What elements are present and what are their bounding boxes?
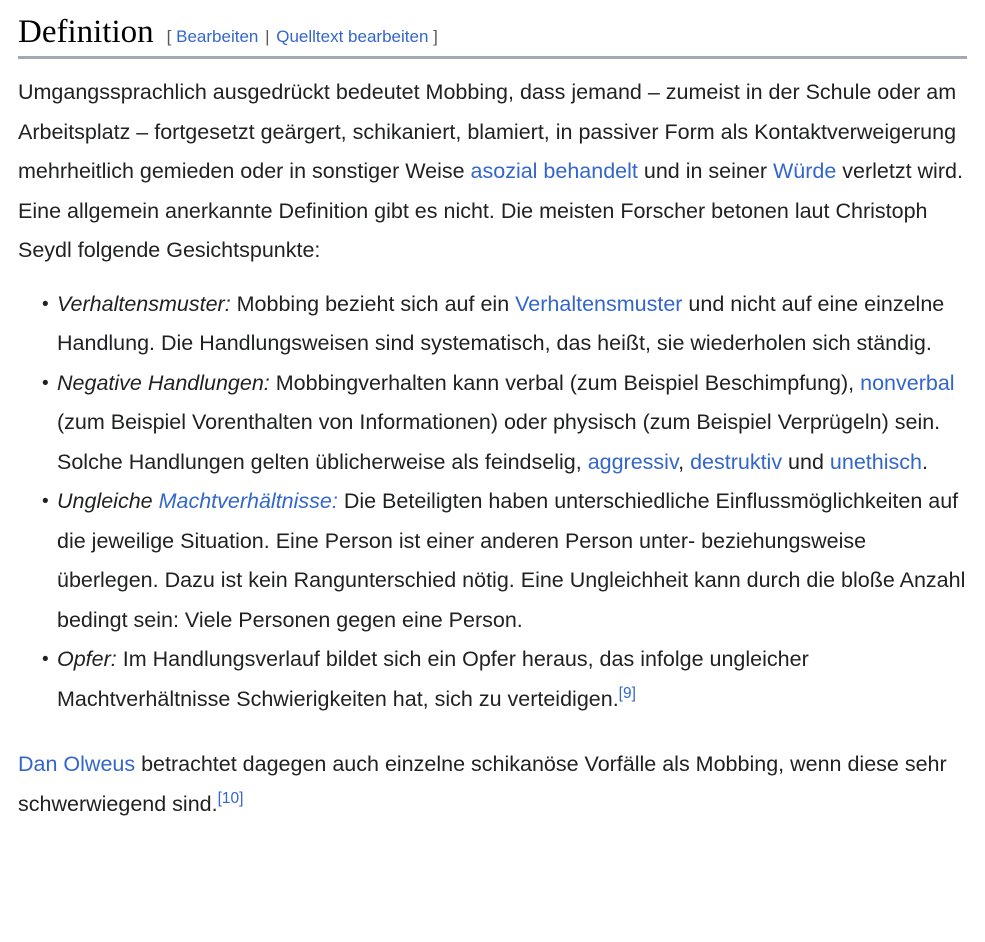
bullet-lead-ungleiche: Ungleiche: [57, 489, 159, 514]
section-heading-row: Definition [ Bearbeiten | Quelltext bear…: [0, 0, 985, 50]
edit-open-bracket: [: [166, 27, 172, 46]
link-destruktiv[interactable]: destruktiv: [690, 450, 782, 474]
article-body: Umgangssprachlich ausgedrückt bedeutet M…: [0, 73, 985, 824]
link-unethisch[interactable]: unethisch: [830, 450, 922, 474]
section-heading-rule: [18, 56, 967, 60]
reference-marker-9[interactable]: [9]: [619, 685, 636, 702]
link-dan-olweus[interactable]: Dan Olweus: [18, 752, 135, 776]
bullet-1-text-part-1: Mobbingverhalten kann verbal (zum Beispi…: [269, 370, 861, 395]
link-wuerde[interactable]: Würde: [773, 159, 836, 183]
reference-link-9[interactable]: [9]: [619, 685, 636, 702]
edit-links-separator: |: [265, 27, 270, 46]
link-nonverbal[interactable]: nonverbal: [860, 371, 954, 395]
definition-bullet-list: Verhaltensmuster: Mobbing bezieht sich a…: [18, 285, 967, 720]
article-section: Definition [ Bearbeiten | Quelltext bear…: [0, 0, 985, 824]
reference-marker-10[interactable]: [10]: [218, 790, 244, 807]
bullet-lead-verhaltensmuster: Verhaltensmuster:: [57, 291, 231, 316]
intro-paragraph: Umgangssprachlich ausgedrückt bedeutet M…: [18, 73, 967, 271]
link-verhaltensmuster[interactable]: Verhaltensmuster: [515, 292, 682, 316]
list-item: Negative Handlungen: Mobbingverhalten ka…: [18, 364, 967, 483]
bullet-1-text-part-5: .: [921, 449, 928, 474]
bullet-lead-negative-handlungen: Negative Handlungen:: [57, 370, 270, 395]
page-title: Definition: [18, 14, 154, 50]
list-item: Ungleiche Machtverhältnisse: Die Beteili…: [18, 482, 967, 640]
section-edit-links: [ Bearbeiten | Quelltext bearbeiten ]: [167, 28, 438, 45]
link-machtverhaeltnisse[interactable]: Machtverhältnisse:: [159, 489, 338, 513]
intro-text-part-2: und in seiner: [637, 159, 773, 184]
bullet-0-text-part-1: Mobbing bezieht sich auf ein: [230, 291, 516, 316]
edit-close-bracket: ]: [433, 27, 438, 46]
list-item: Opfer: Im Handlungsverlauf bildet sich e…: [18, 640, 967, 719]
edit-section-link[interactable]: Bearbeiten: [176, 27, 258, 46]
bullet-1-text-part-3: ,: [678, 449, 691, 474]
bullet-3-text-part-1: Im Handlungsverlauf bildet sich ein Opfe…: [57, 647, 809, 711]
list-item: Verhaltensmuster: Mobbing bezieht sich a…: [18, 285, 967, 364]
closing-paragraph: Dan Olweus betrachtet dagegen auch einze…: [18, 745, 967, 824]
edit-source-link[interactable]: Quelltext bearbeiten: [276, 27, 428, 46]
bullet-lead-opfer: Opfer:: [57, 647, 117, 672]
bullet-1-text-part-4: und: [782, 449, 830, 474]
reference-link-10[interactable]: [10]: [218, 790, 244, 807]
link-aggressiv[interactable]: aggressiv: [588, 450, 678, 474]
link-asozial-behandelt[interactable]: asozial behandelt: [471, 159, 638, 183]
closing-text-part-1: betrachtet dagegen auch einzelne schikan…: [18, 752, 947, 816]
